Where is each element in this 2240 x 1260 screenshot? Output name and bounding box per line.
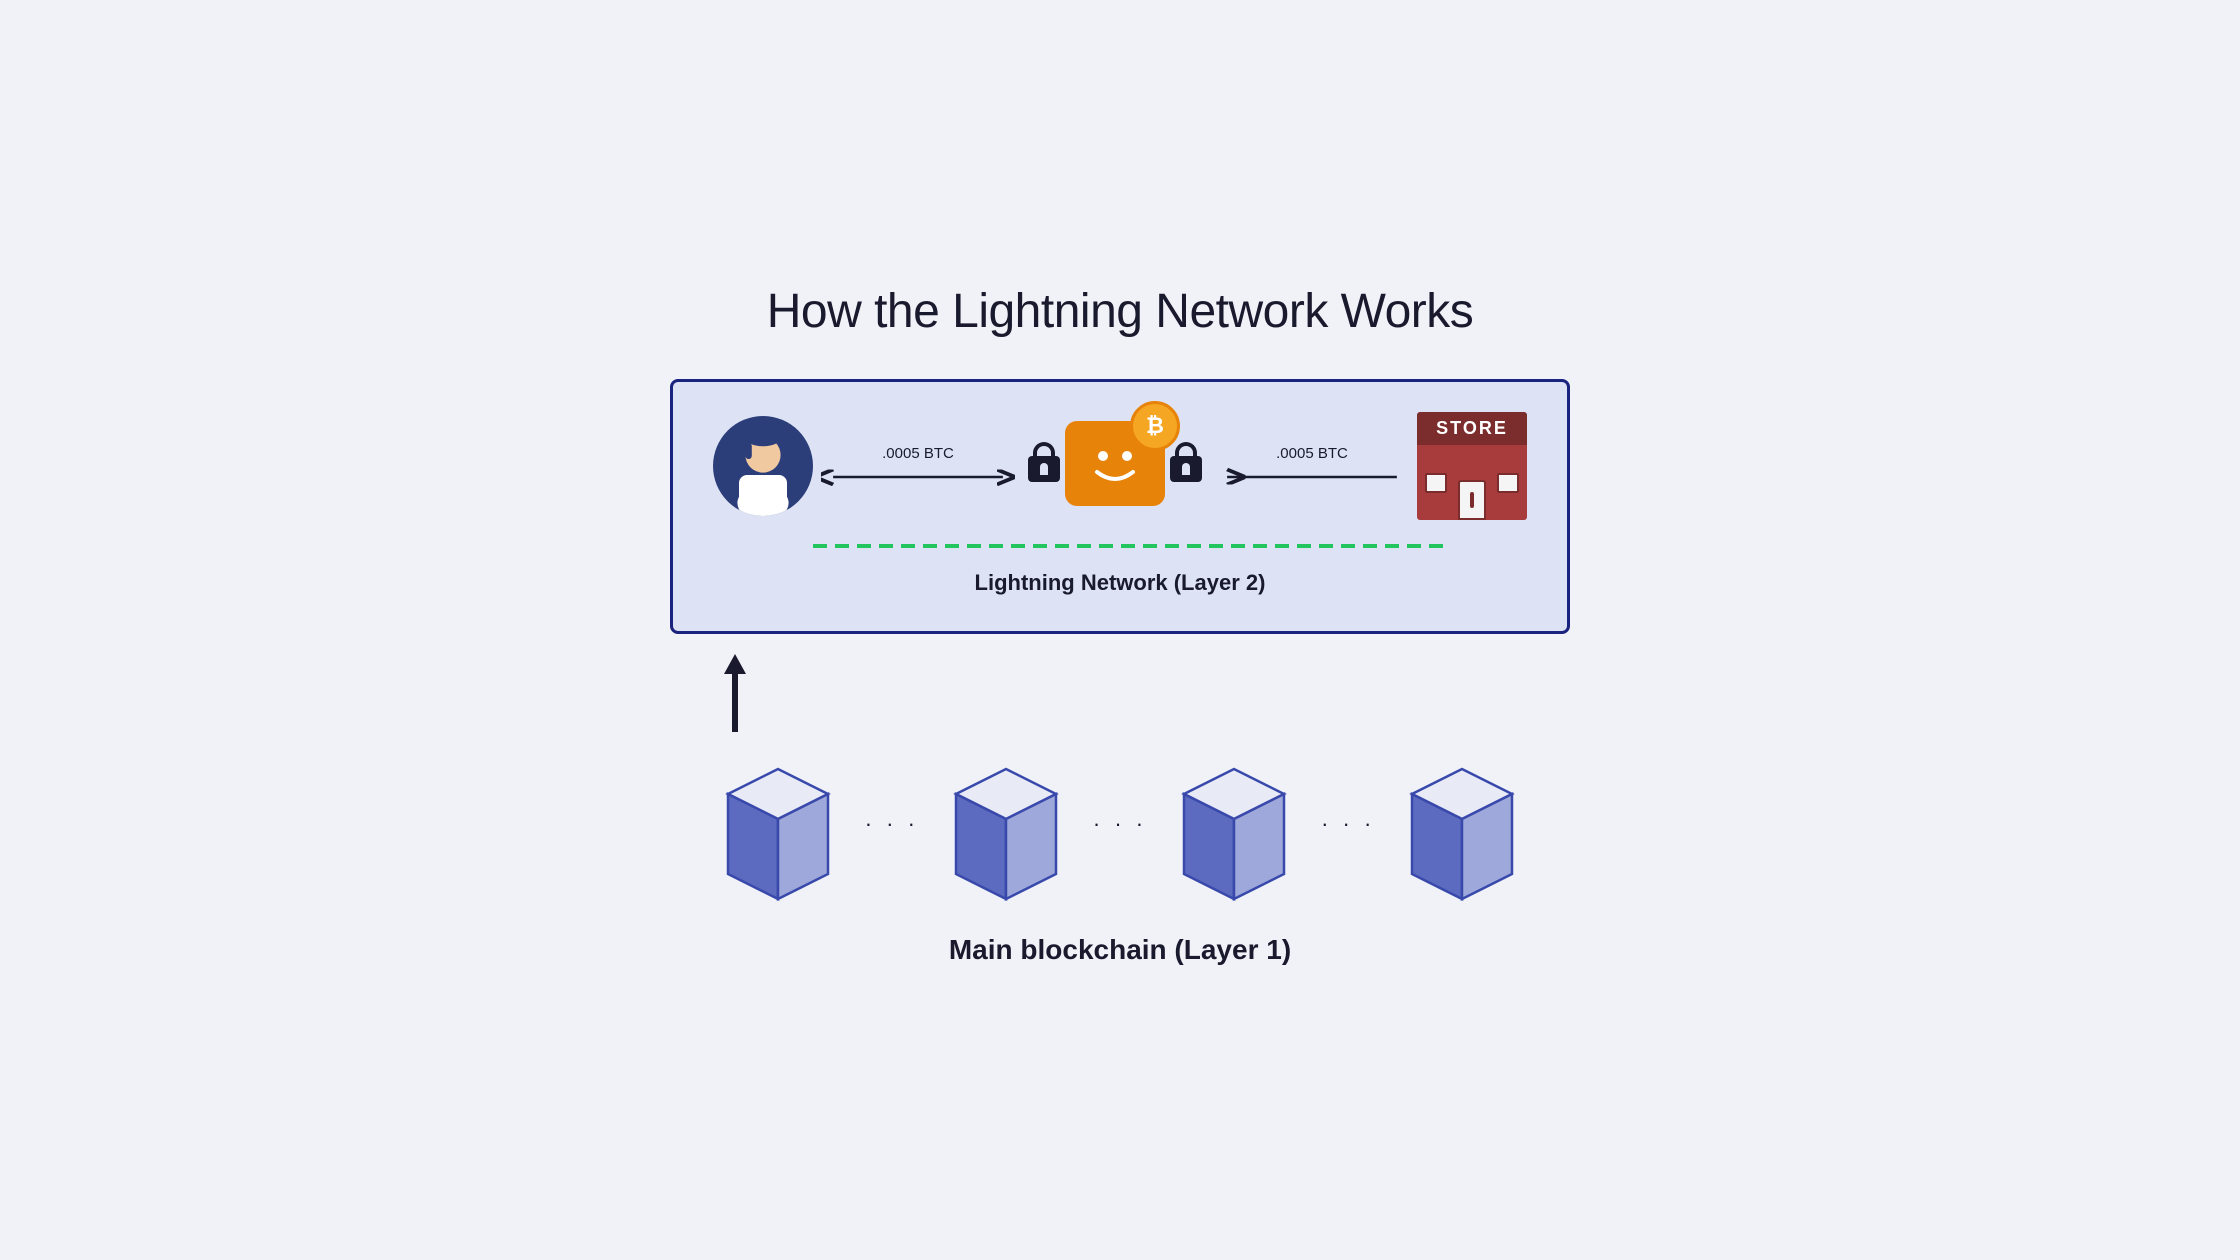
blocks-row: · · · · · · [693, 754, 1548, 914]
arrow-up-container [720, 654, 750, 739]
main-title: How the Lightning Network Works [767, 284, 1474, 339]
store-facade [1417, 445, 1527, 520]
block-4 [1382, 754, 1542, 914]
slide-container: How the Lightning Network Works [560, 254, 1680, 1006]
right-lock-icon [1165, 442, 1207, 490]
left-btc-label: .0005 BTC [882, 445, 954, 462]
btc-coin: ₿ [1130, 401, 1180, 451]
blockchain-section: · · · · · · [670, 754, 1570, 966]
lightning-panel: .0005 BTC [670, 379, 1570, 634]
dots-2-3: · · · [1093, 811, 1147, 857]
store-window-left [1425, 473, 1447, 493]
dashed-green-line [713, 538, 1527, 554]
left-arrow-group: .0005 BTC [821, 445, 1015, 488]
dots-3-4: · · · [1321, 811, 1375, 857]
store-window-right [1497, 473, 1519, 493]
btc-symbol: ₿ [1146, 413, 1164, 439]
blockchain-label: Main blockchain (Layer 1) [949, 934, 1291, 966]
right-arrow-group: .0005 BTC [1215, 445, 1409, 488]
left-lock-icon [1023, 442, 1065, 490]
up-arrow-icon [720, 654, 750, 734]
avatar [713, 416, 813, 516]
block-3 [1154, 754, 1314, 914]
right-btc-label: .0005 BTC [1276, 445, 1348, 462]
lightning-layer-label: Lightning Network (Layer 2) [975, 570, 1266, 596]
btc-wallet: ₿ [1065, 421, 1165, 511]
dots-1-2: · · · [865, 811, 919, 857]
block-2 [926, 754, 1086, 914]
store-sign: STORE [1417, 412, 1527, 445]
ln-diagram: .0005 BTC [713, 412, 1527, 520]
block-1 [698, 754, 858, 914]
store-building: STORE [1417, 412, 1527, 520]
